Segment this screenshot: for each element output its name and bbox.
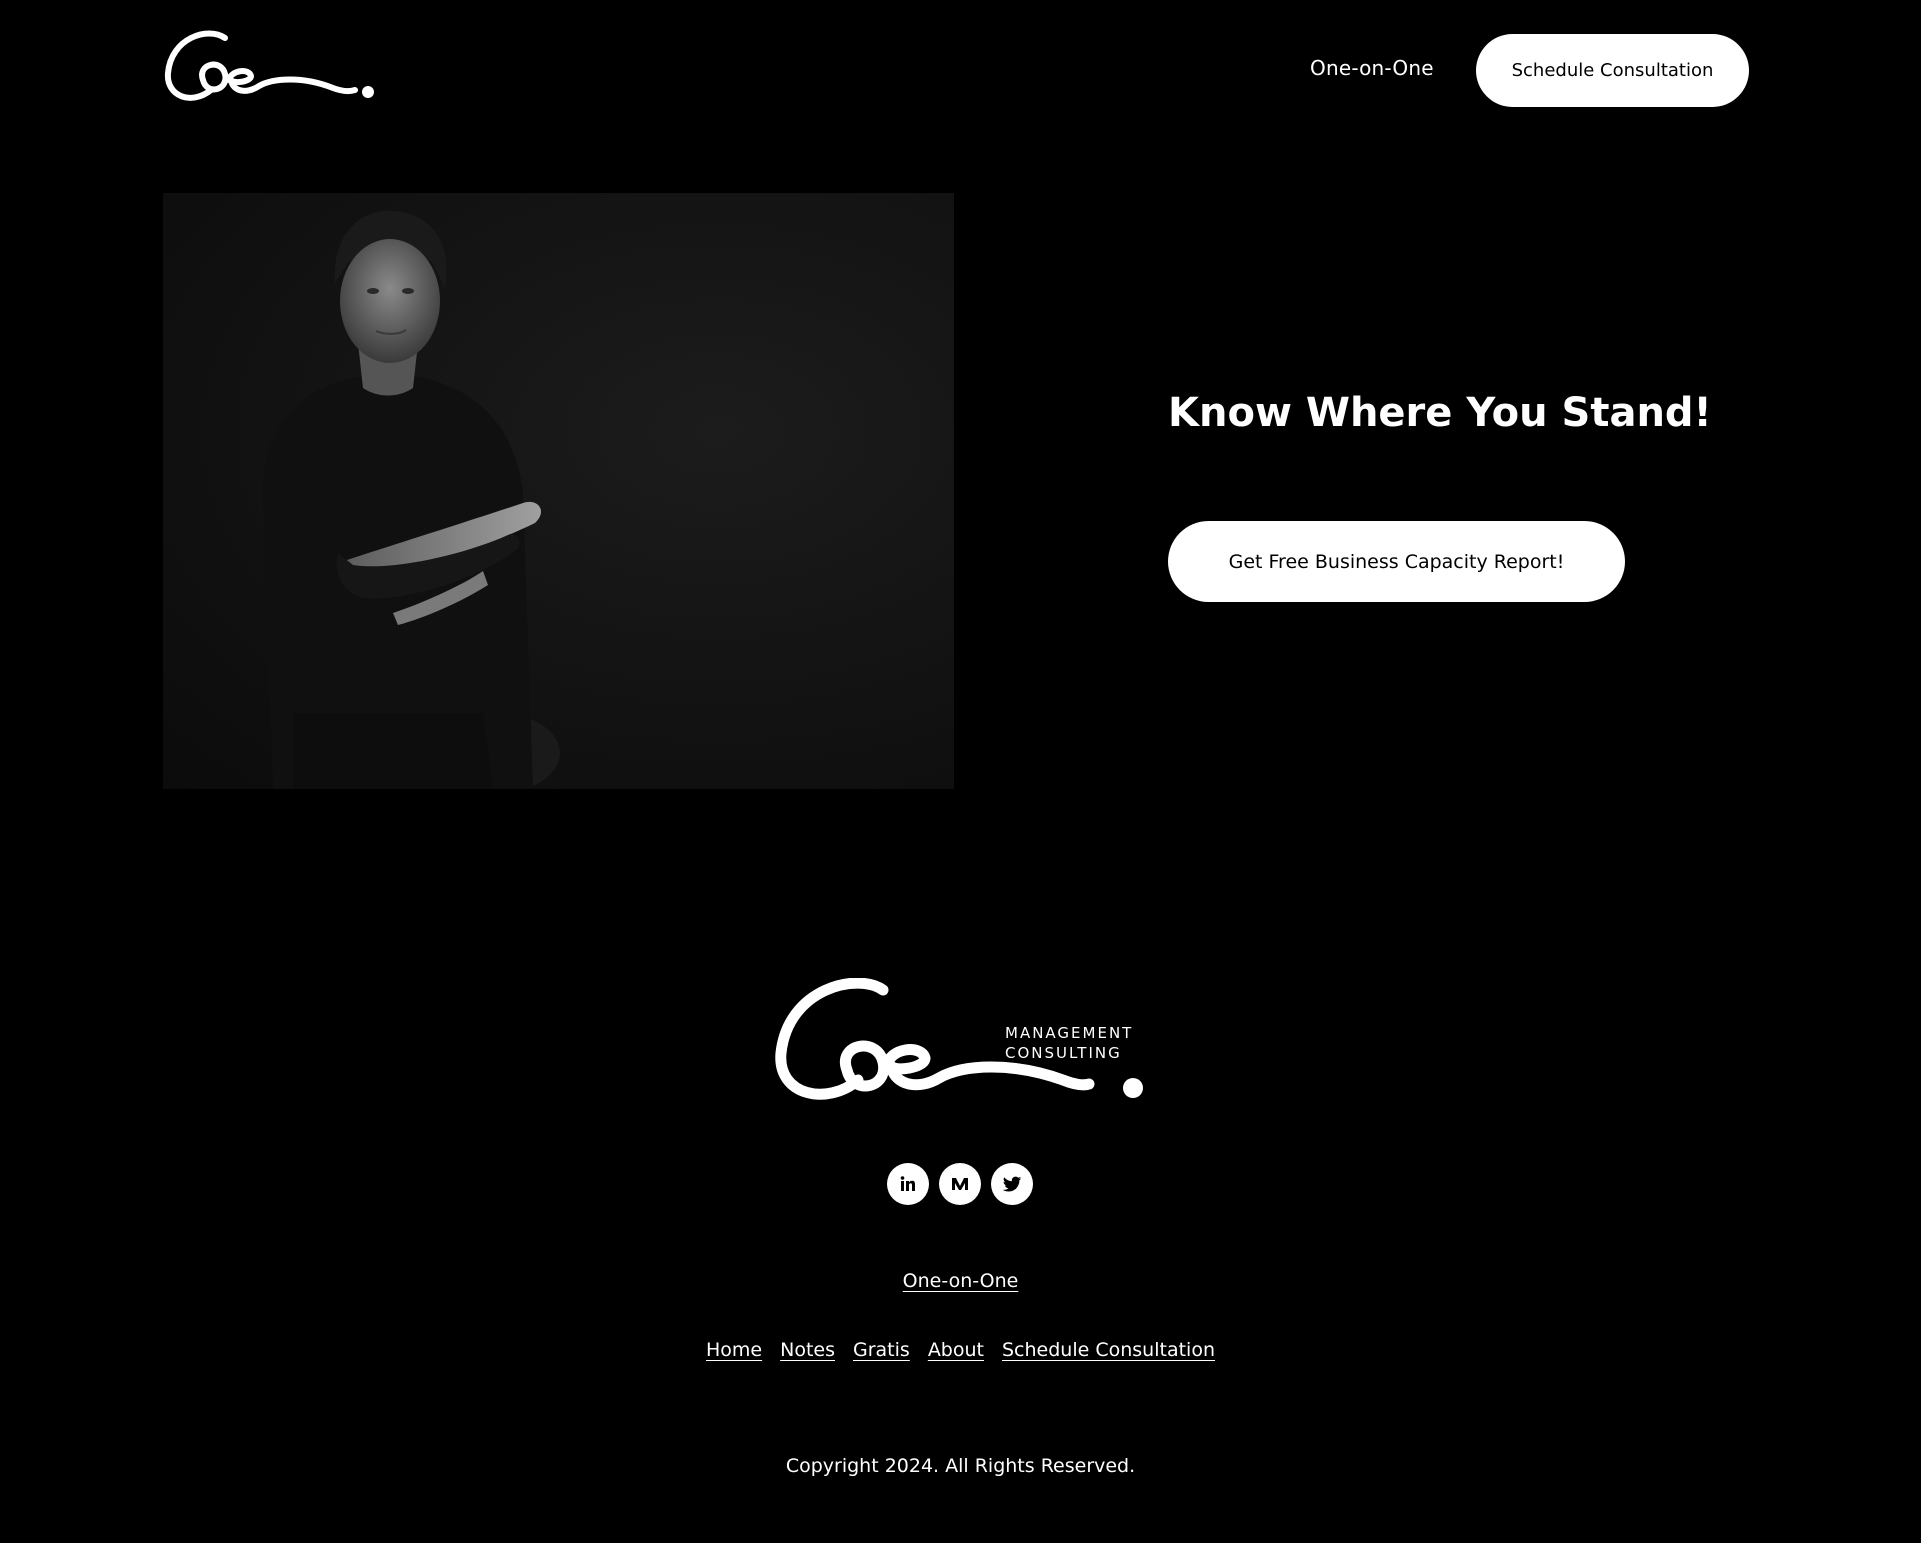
footer-link-gratis[interactable]: Gratis [853, 1339, 910, 1361]
footer-link-about[interactable]: About [928, 1339, 984, 1361]
medium-icon[interactable] [939, 1163, 981, 1205]
header-logo[interactable] [163, 28, 378, 108]
schedule-consultation-button[interactable]: Schedule Consultation [1476, 34, 1749, 107]
page: One-on-One Schedule Consultation Know Wh… [0, 0, 1921, 1543]
footer-link-schedule-consultation[interactable]: Schedule Consultation [1002, 1339, 1215, 1361]
free-report-button[interactable]: Get Free Business Capacity Report! [1168, 521, 1625, 602]
nav-one-on-one[interactable]: One-on-One [1310, 56, 1434, 80]
copyright: Copyright 2024. All Rights Reserved. [785, 1455, 1136, 1477]
footer-logo: MANAGEMENT CONSULTING [773, 977, 1148, 1116]
footer-nav: Home Notes Gratis About Schedule Consult… [0, 1339, 1921, 1361]
footer-link-home[interactable]: Home [706, 1339, 762, 1361]
linkedin-icon[interactable] [887, 1163, 929, 1205]
logo-tagline-line1: MANAGEMENT [1005, 1024, 1133, 1042]
twitter-icon[interactable] [991, 1163, 1033, 1205]
footer-link-one-on-one[interactable]: One-on-One [903, 1270, 1019, 1292]
logo-tagline-line2: CONSULTING [1005, 1044, 1122, 1062]
hero-title: Know Where You Stand! [1168, 390, 1712, 436]
footer-featured: One-on-One [0, 1270, 1921, 1292]
hero-photo [163, 193, 954, 789]
footer-link-notes[interactable]: Notes [780, 1339, 835, 1361]
social-links [887, 1163, 1034, 1205]
